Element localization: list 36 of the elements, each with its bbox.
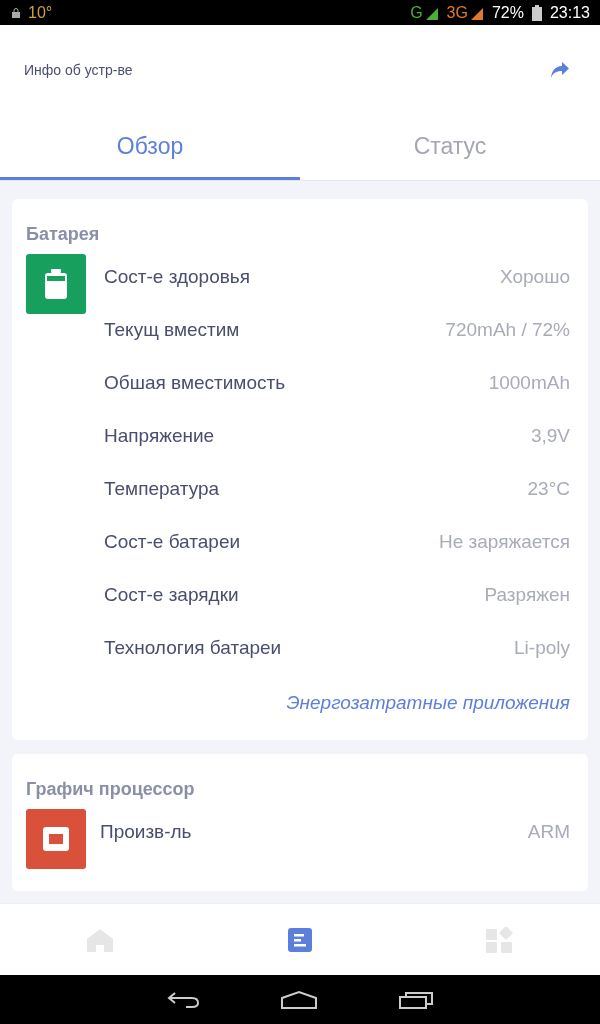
- info-label: Сост-е здоровья: [104, 265, 251, 290]
- info-label: Сост-е батареи: [104, 530, 241, 555]
- info-label: Произв-ль: [100, 819, 192, 844]
- battery-percent: 72%: [491, 2, 524, 23]
- info-value: 1000mAh: [488, 371, 570, 396]
- recent-apps-icon[interactable]: [398, 989, 434, 1010]
- temperature-text: 10°: [28, 2, 53, 23]
- info-label: Сост-е зарядки: [104, 583, 239, 608]
- info-value: 3,9V: [530, 424, 570, 449]
- info-value: 720mAh / 72%: [445, 318, 570, 343]
- clock-text: 23:13: [549, 2, 590, 23]
- info-value: Разряжен: [484, 583, 570, 608]
- info-value: Li-poly: [514, 636, 570, 661]
- back-icon[interactable]: [166, 989, 200, 1010]
- network-type: G: [410, 2, 423, 23]
- network-type: 3G: [446, 2, 468, 23]
- lock-icon: [12, 7, 20, 18]
- info-label: Технология батареи: [104, 636, 282, 661]
- info-label: Напряжение: [104, 424, 215, 449]
- page-title: Инфо об устр-ве: [24, 60, 133, 80]
- info-value: 23°C: [527, 477, 570, 502]
- info-value: Хорошо: [500, 265, 570, 290]
- battery-icon: [531, 4, 542, 21]
- document-icon[interactable]: [288, 927, 312, 952]
- info-label: Температура: [104, 477, 220, 502]
- info-value: Не заряжается: [439, 530, 570, 555]
- info-label: Обшая вместимость: [104, 371, 286, 396]
- section-title: Графич процессор: [26, 777, 196, 801]
- share-icon[interactable]: [550, 61, 570, 79]
- section-title: Батарея: [26, 223, 101, 246]
- home-icon[interactable]: [280, 989, 318, 1010]
- tab[interactable]: Обзор: [0, 115, 300, 180]
- info-label: Текущ вместим: [104, 318, 240, 343]
- app-link[interactable]: Энергозатратные приложения: [286, 692, 570, 713]
- info-value: ARM: [527, 819, 570, 844]
- tab[interactable]: Статус: [300, 115, 600, 180]
